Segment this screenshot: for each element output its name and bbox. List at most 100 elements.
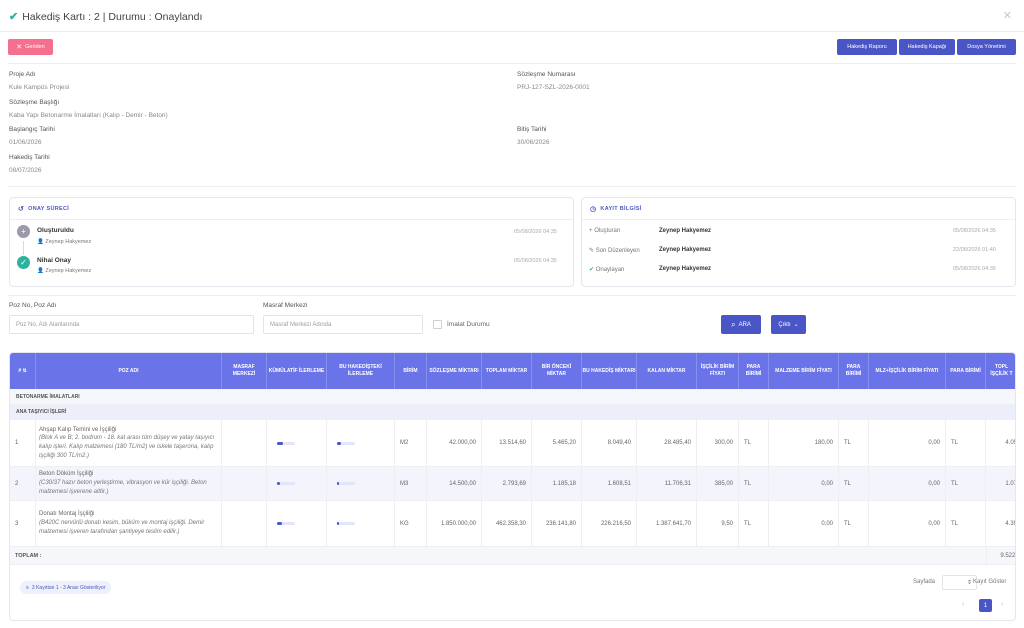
contract-no-label: Sözleşme Numarası <box>517 71 576 78</box>
prev-qty-cell: 1.185,18 <box>532 467 582 500</box>
column-header-contract-qty[interactable]: SÖZLEŞME MİKTARI <box>427 353 482 389</box>
sort-icon: ⇅ <box>22 367 27 374</box>
close-icon: ✕ <box>16 44 23 51</box>
close-icon[interactable]: ✕ <box>1003 9 1012 22</box>
approval-title: ↺ ONAY SÜRECİ <box>18 206 70 213</box>
record-time: 22/08/2026 01:40 <box>953 247 996 253</box>
imalat-label: İmalat Durumu <box>447 321 490 328</box>
record-panel: ◷ KAYIT BİLGİSİ <box>581 197 1016 287</box>
search-button[interactable]: ⌕ ARA <box>721 315 761 334</box>
divider <box>8 295 1016 296</box>
plus-icon: + <box>589 228 593 234</box>
file-management-button[interactable]: Dosya Yönetimi <box>957 39 1016 55</box>
column-header-currency[interactable]: PARA BİRİMİ <box>739 353 769 389</box>
record-time: 05/08/2026 04:35 <box>953 266 996 272</box>
progress-fill <box>337 482 340 485</box>
labor-total-cell: 4.05 <box>1005 440 1016 446</box>
poz-cell: Beton Döküm İşçiliği (C30/37 hazır beton … <box>36 467 222 500</box>
modal-title: ✔ Hakediş Kartı : 2 | Durumu : Onaylandı <box>9 10 203 24</box>
total-qty-cell: 2.793,69 <box>482 467 532 500</box>
table-header: # ⇅ POZ ADI MASRAF MERKEZİ KÜMÜLATİF İLE… <box>10 353 1015 389</box>
column-header-combined-price[interactable]: MLZ+İŞÇİLİK BİRİM FİYATI <box>869 353 946 389</box>
current-progress-bar <box>337 522 355 525</box>
column-header-prev-qty[interactable]: BİR ÖNCEKİ MİKTAR <box>532 353 582 389</box>
prev-page-icon[interactable]: ‹ <box>962 601 964 608</box>
user-icon: 👤 <box>37 268 44 274</box>
poz-name: Ahşap Kalıp Temini ve İşçiliği <box>39 426 117 433</box>
column-header-currency[interactable]: PARA BİRİMİ <box>946 353 986 389</box>
this-qty-cell: 1.608,51 <box>582 467 637 500</box>
progress-fill <box>277 522 282 525</box>
column-header-poz-adi[interactable]: POZ ADI <box>36 353 222 389</box>
material-price-cell: 0,00 <box>769 501 839 546</box>
prev-qty-cell: 5.465,20 <box>532 420 582 466</box>
step-user: 👤 Zeynep Hakyemez <box>37 268 92 274</box>
this-qty-cell: 8.049,40 <box>582 420 637 466</box>
remaining-cell: 11.706,31 <box>637 467 697 500</box>
progress-fill <box>337 441 341 445</box>
column-header-material-price[interactable]: MALZEME BİRİM FİYATI <box>769 353 839 389</box>
info-icon: ≡ <box>26 584 29 591</box>
combined-price-cell: 0,00 <box>869 501 946 546</box>
pencil-icon: ✎ <box>589 248 595 254</box>
total-row: TOPLAM : 9.522, <box>10 547 1015 565</box>
output-dropdown[interactable]: Çıktı ⌄ <box>771 315 806 334</box>
row-number: 1 <box>10 420 36 466</box>
poz-description: (Blok A ve B; 2. bodrum - 18. kat arası … <box>39 435 215 459</box>
poz-filter-label: Poz No, Poz Adı <box>9 302 57 309</box>
cost-center-label: Masraf Merkezi <box>263 302 308 309</box>
column-header-unit[interactable]: BİRİM <box>395 353 427 389</box>
page-button-1[interactable]: 1 <box>979 599 992 612</box>
currency-cell: TL <box>739 420 769 466</box>
currency-cell: TL <box>839 467 869 500</box>
table-row[interactable]: 2 Beton Döküm İşçiliği (C30/37 hazır beto… <box>10 467 1015 501</box>
column-header-current[interactable]: BU HAKEDİŞTEKİ İLERLEME <box>327 353 395 389</box>
record-time: 05/08/2026 04:35 <box>953 228 996 234</box>
table-row[interactable]: 3 Donatı Montaj İşçiliği (B420C nervürlü … <box>10 501 1015 547</box>
per-page-select[interactable]: ⇕ <box>942 575 977 590</box>
back-button[interactable]: ✕ Geriden <box>8 39 53 55</box>
step-user: 👤 Zeynep Hakyemez <box>37 239 92 245</box>
column-header-cumulative[interactable]: KÜMÜLATİF İLERLEME <box>267 353 327 389</box>
record-user: Zeynep Hakyemez <box>659 247 712 253</box>
progress-fill <box>277 441 283 445</box>
labor-total-cell: 4.39 <box>1005 520 1016 527</box>
column-header-cost-center[interactable]: MASRAF MERKEZİ <box>222 353 267 389</box>
record-label: ✔ Onaylayan <box>589 267 625 273</box>
poz-cell: Ahşap Kalıp Temini ve İşçiliği (Blok A ve… <box>36 420 222 466</box>
table-row[interactable]: 1 Ahşap Kalıp Temini ve İşçiliği (Blok A … <box>10 420 1015 467</box>
divider <box>8 63 1016 64</box>
column-header-no[interactable]: # ⇅ <box>10 353 36 389</box>
cumulative-progress-bar <box>277 482 295 485</box>
modal-header: ✔ Hakediş Kartı : 2 | Durumu : Onaylandı… <box>0 0 1024 32</box>
imalat-checkbox[interactable] <box>433 320 442 329</box>
poz-search-input[interactable]: Poz No, Adı Alanlarında <box>9 315 254 334</box>
currency-cell: TL <box>946 467 986 500</box>
column-header-currency[interactable]: PARA BİRİMİ <box>839 353 869 389</box>
column-header-this-qty[interactable]: BU HAKEDİŞ MİKTARI <box>582 353 637 389</box>
check-icon: ✓ <box>17 256 30 269</box>
next-page-icon[interactable]: › <box>1001 601 1003 608</box>
column-header-total-qty[interactable]: TOPLAM MİKTAR <box>482 353 532 389</box>
cover-button[interactable]: Hakediş Kapağı <box>899 39 955 55</box>
modal-title-text: Hakediş Kartı : 2 | Durumu : Onaylandı <box>22 10 203 23</box>
column-header-labor-total[interactable]: TOPL İŞÇİLİK T <box>986 353 1015 389</box>
user-icon: 👤 <box>37 239 44 245</box>
currency-cell: TL <box>739 501 769 546</box>
group-row: BETONARME İMALATLARI <box>10 389 1015 405</box>
combined-price-cell: 0,00 <box>869 420 946 466</box>
report-button[interactable]: Hakediş Raporu <box>837 39 897 55</box>
cumulative-progress-cell <box>267 467 327 500</box>
row-number: 2 <box>10 467 36 500</box>
contract-no-value: PRJ-127-SZL-2026-0001 <box>517 84 590 91</box>
column-header-remaining[interactable]: KALAN MİKTAR <box>637 353 697 389</box>
poz-cell: Donatı Montaj İşçiliği (B420C nervürlü do… <box>36 501 222 546</box>
step-time: 05/08/2026 04:35 <box>514 258 557 264</box>
records-info-badge: ≡ 3 Kayıttan 1 - 3 Arası Gösteriliyor <box>20 581 112 594</box>
cost-center-input[interactable]: Masraf Merkezi Adında <box>263 315 423 334</box>
step-time: 05/08/2026 04:35 <box>514 229 557 235</box>
timeline-line <box>23 241 24 255</box>
per-page-suffix: Kayıt Göster <box>973 579 1007 585</box>
column-header-labor-price[interactable]: İŞÇİLİK BİRİM FİYATI <box>697 353 739 389</box>
labor-price-cell: 9,50 <box>697 501 739 546</box>
